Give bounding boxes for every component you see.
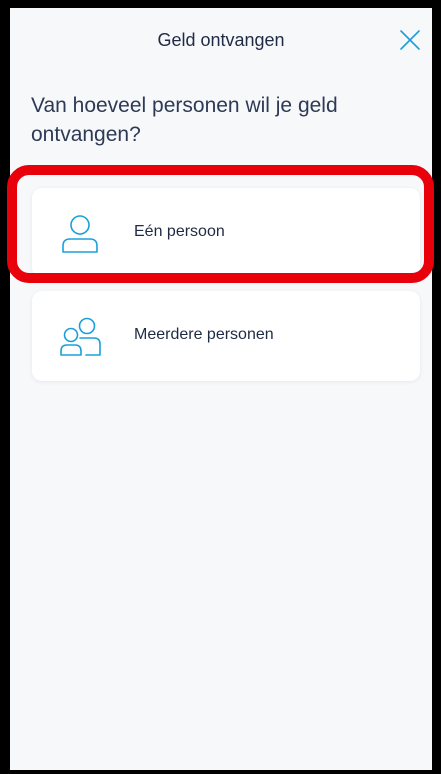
option-one-person-label: Eén persoon bbox=[134, 223, 225, 240]
app-screen: Geld ontvangen Van hoeveel personen wil … bbox=[10, 8, 432, 770]
header: Geld ontvangen bbox=[10, 8, 432, 68]
option-multiple-persons-label: Meerdere personen bbox=[134, 326, 274, 343]
close-icon bbox=[400, 30, 420, 50]
question-heading: Van hoeveel personen wil je geld ontvang… bbox=[31, 94, 338, 146]
close-button[interactable] bbox=[396, 26, 424, 54]
person-icon bbox=[62, 215, 98, 253]
option-multiple-persons[interactable]: Meerdere personen bbox=[32, 291, 420, 381]
option-one-person[interactable]: Eén persoon bbox=[32, 188, 420, 278]
page-title: Geld ontvangen bbox=[157, 30, 285, 50]
people-icon bbox=[60, 317, 101, 356]
